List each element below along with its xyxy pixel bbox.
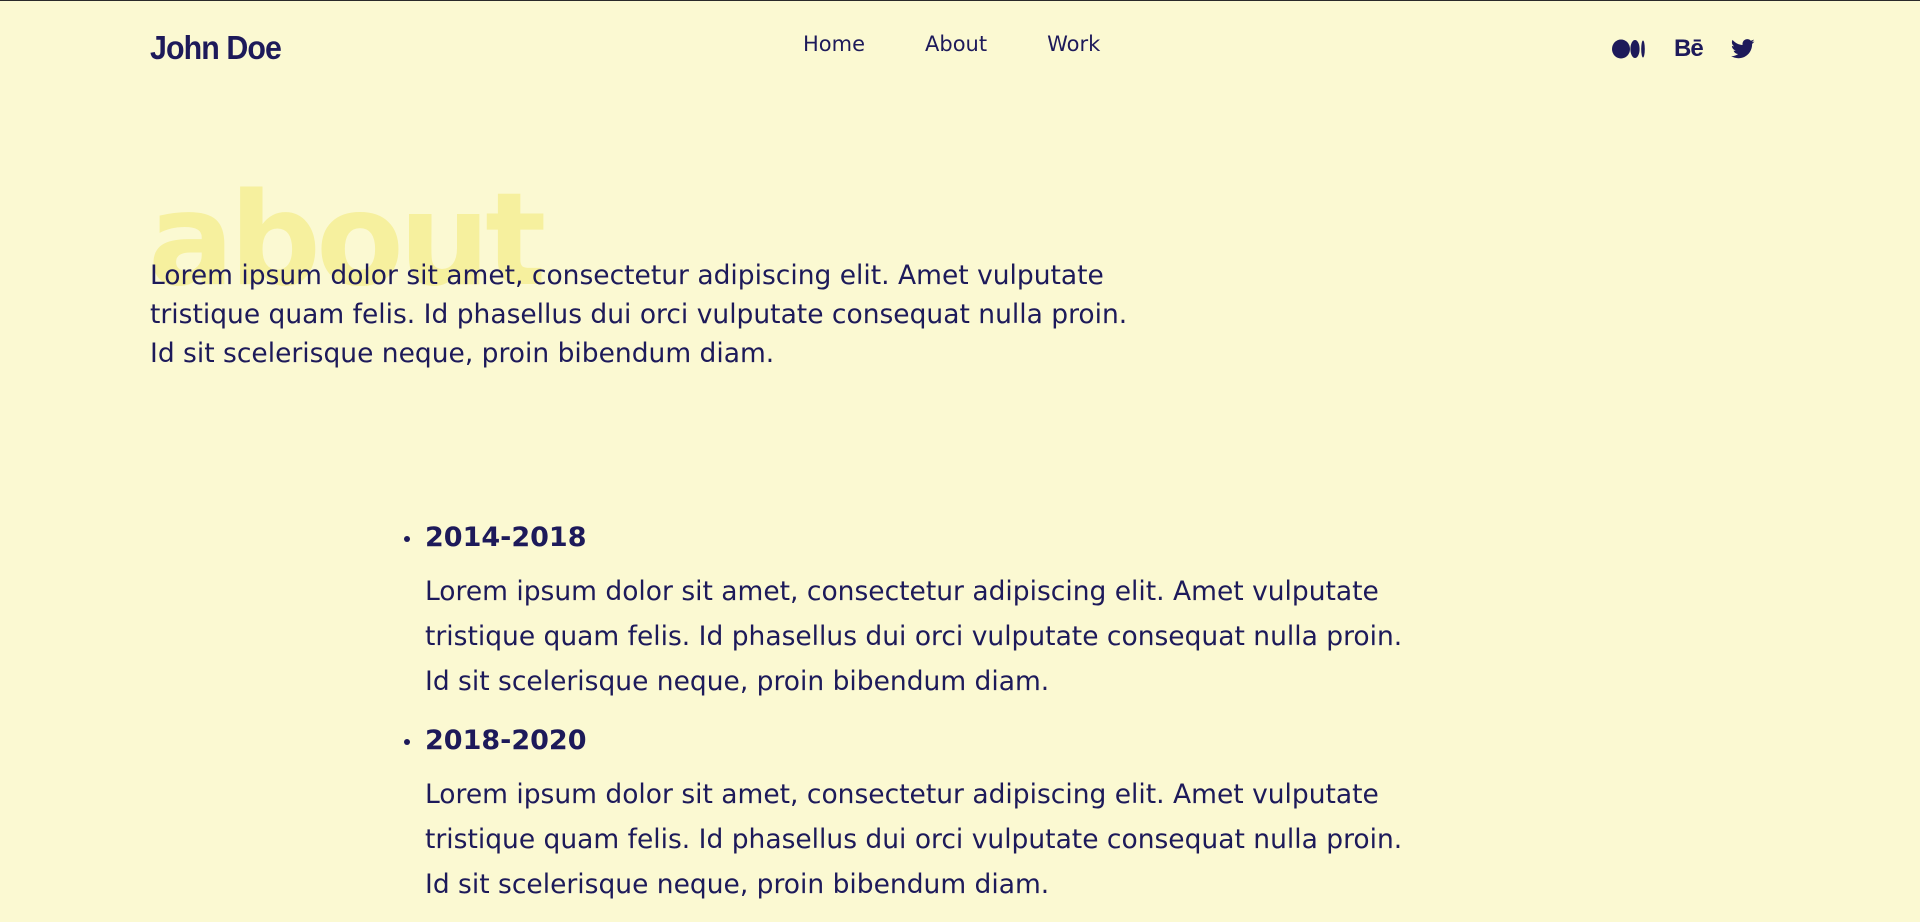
nav-home-link[interactable]: Home [803,34,865,55]
twitter-icon[interactable] [1730,39,1755,59]
social-links: Bē [1612,37,1755,61]
timeline-description: Lorem ipsum dolor sit amet, consectetur … [425,576,1403,697]
nav-about-link[interactable]: About [925,34,987,55]
about-intro-text: Lorem ipsum dolor sit amet, consectetur … [150,260,1128,369]
timeline-year: 2014-2018 [425,522,587,553]
timeline-item: 2014-2018 Lorem ipsum dolor sit amet, co… [404,516,1425,704]
timeline-year: 2018-2020 [425,725,587,756]
timeline-description: Lorem ipsum dolor sit amet, consectetur … [425,779,1403,900]
behance-icon[interactable]: Bē [1674,37,1704,61]
site-header: John Doe Home About Work Bē [0,1,1920,101]
site-logo[interactable]: John Doe [150,31,282,64]
nav-work-link[interactable]: Work [1047,34,1100,55]
main-nav: Home About Work [803,34,1100,55]
medium-icon[interactable] [1612,39,1646,59]
timeline-item: 2018-2020 Lorem ipsum dolor sit amet, co… [404,719,1425,907]
timeline-list: 2014-2018 Lorem ipsum dolor sit amet, co… [404,516,1425,922]
